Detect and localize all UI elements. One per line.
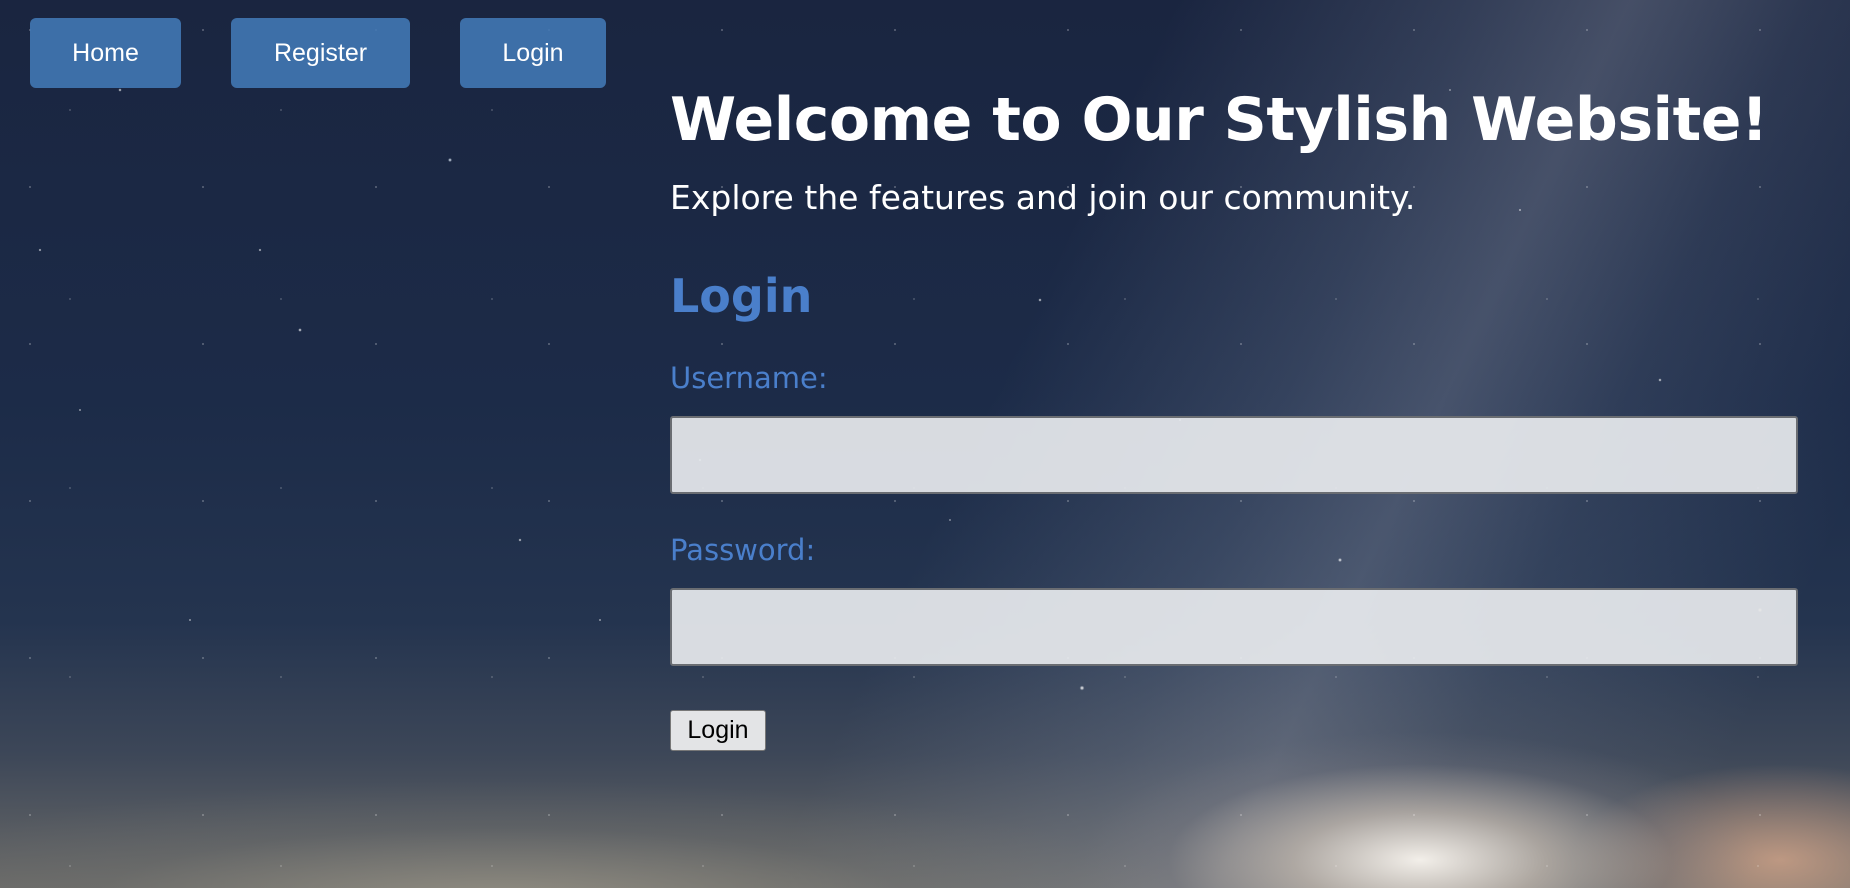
username-label: Username:	[670, 361, 828, 395]
username-input[interactable]	[670, 416, 1798, 494]
login-form-title: Login	[670, 269, 813, 323]
top-nav: Home Register Login	[30, 18, 606, 88]
main-content: Welcome to Our Stylish Website! Explore …	[670, 80, 1798, 751]
login-form: Login Username: Password: Login	[670, 266, 1798, 751]
page-title: Welcome to Our Stylish Website!	[670, 85, 1768, 155]
nav-login-button[interactable]: Login	[460, 18, 606, 88]
login-submit-button[interactable]: Login	[670, 710, 766, 751]
nav-register-button[interactable]: Register	[231, 18, 410, 88]
page-subtitle: Explore the features and join our commun…	[670, 178, 1416, 217]
password-label: Password:	[670, 533, 816, 567]
nav-home-button[interactable]: Home	[30, 18, 181, 88]
password-input[interactable]	[670, 588, 1798, 666]
